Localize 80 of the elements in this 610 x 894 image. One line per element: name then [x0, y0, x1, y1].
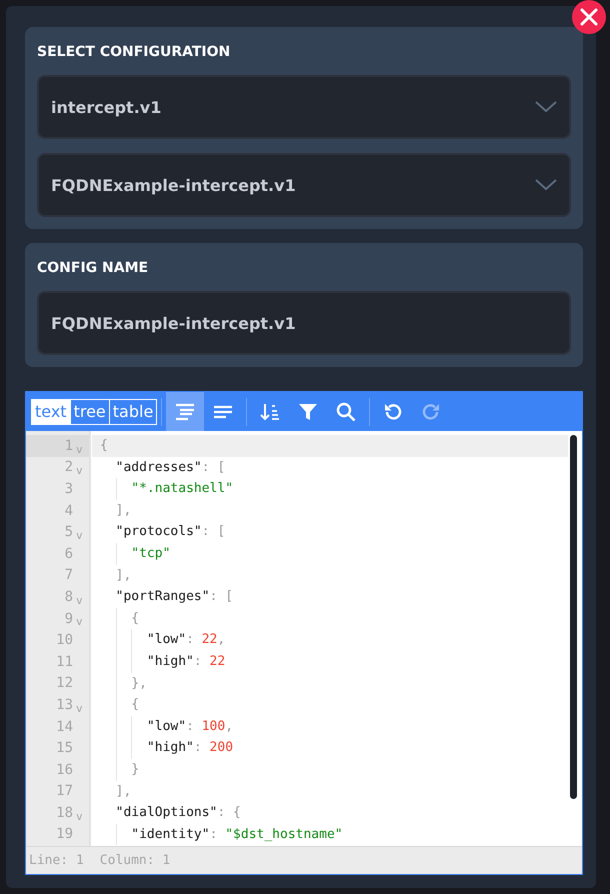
- json-punctuation: : [: [210, 588, 234, 606]
- json-number: 22: [202, 631, 218, 650]
- line-number: 9: [64, 610, 73, 627]
- line-number: 3: [64, 480, 73, 497]
- line-number: 17: [56, 783, 73, 800]
- json-punctuation: {: [131, 610, 140, 628]
- json-punctuation: },: [131, 674, 147, 693]
- json-key: "high": [146, 650, 194, 673]
- compact-icon: [213, 404, 234, 418]
- json-key: "protocols": [116, 521, 202, 543]
- dropdown[interactable]: intercept.v1: [37, 75, 571, 139]
- json-punctuation: ,: [217, 631, 226, 650]
- json-punctuation: ],: [116, 566, 132, 585]
- json-number: 200: [210, 739, 234, 758]
- mode-tab[interactable]: text: [32, 400, 70, 424]
- close-button[interactable]: [572, 0, 606, 34]
- json-punctuation: :: [194, 652, 203, 671]
- dropdown[interactable]: FQDNExample-intercept.v1: [37, 153, 571, 217]
- chevron-down-icon: [535, 101, 557, 113]
- fold-toggle[interactable]: v: [76, 615, 83, 628]
- json-punctuation: ,: [225, 718, 234, 736]
- line-number: 2: [64, 459, 73, 476]
- section-title: SELECT CONFIGURATION: [37, 43, 232, 61]
- fold-toggle[interactable]: v: [76, 528, 83, 542]
- scrollbar[interactable]: [570, 435, 577, 799]
- line-number: 6: [64, 546, 73, 562]
- json-punctuation: {: [131, 696, 140, 714]
- line-number: 10: [56, 632, 73, 648]
- json-punctuation: }: [131, 760, 140, 779]
- json-punctuation: :: [194, 739, 203, 758]
- json-key: "addresses": [116, 456, 202, 478]
- search-icon: [336, 402, 356, 422]
- line-number: 7: [64, 567, 73, 584]
- section-title: CONFIG NAME: [37, 259, 150, 277]
- line-number: 15: [56, 740, 73, 756]
- json-punctuation: : [: [202, 523, 226, 542]
- chevron-down-icon: [535, 179, 557, 191]
- line-number: 12: [56, 675, 73, 692]
- line-number: 8: [64, 588, 73, 605]
- line-number: 18: [56, 804, 73, 821]
- line-number: 14: [56, 718, 73, 735]
- line-number: 4: [64, 502, 73, 519]
- line-number: 5: [64, 524, 73, 540]
- json-number: 100: [202, 718, 226, 736]
- json-key: "portRanges": [116, 586, 210, 608]
- close-icon: [580, 8, 598, 26]
- json-key: "high": [146, 737, 194, 759]
- json-string: "$dst_hostname": [225, 826, 343, 844]
- json-punctuation: :: [186, 631, 195, 650]
- fold-toggle[interactable]: v: [76, 464, 83, 478]
- sort-icon: [260, 402, 280, 420]
- line-number: 11: [56, 654, 73, 670]
- json-number: 22: [210, 652, 226, 671]
- cursor-position: Line: 1: [29, 853, 84, 868]
- json-punctuation: : [: [202, 458, 226, 477]
- json-punctuation: ],: [116, 502, 132, 520]
- json-key: "dialOptions": [116, 802, 218, 824]
- format-button[interactable]: [166, 392, 204, 431]
- json-punctuation: {: [100, 437, 108, 455]
- fold-toggle[interactable]: v: [76, 810, 83, 823]
- redo-icon: [421, 402, 442, 422]
- json-key: "low": [146, 629, 186, 651]
- json-key: "identity": [131, 824, 210, 846]
- line-number: 19: [56, 826, 73, 842]
- filter-icon: [298, 402, 318, 420]
- json-string: "tcp": [131, 544, 170, 563]
- config-name-field[interactable]: FQDNExample-intercept.v1: [37, 291, 571, 355]
- fold-toggle[interactable]: v: [76, 594, 83, 607]
- json-punctuation: ],: [116, 782, 132, 800]
- json-punctuation: :: [186, 718, 195, 736]
- fold-toggle[interactable]: v: [76, 702, 83, 715]
- line-number: 13: [56, 696, 73, 713]
- undo-icon: [383, 402, 404, 422]
- line-number: 16: [56, 762, 73, 778]
- json-punctuation: : {: [217, 804, 241, 822]
- cursor-position: Column: 1: [100, 853, 170, 868]
- json-string: "*.natashell": [131, 480, 234, 498]
- json-punctuation: :: [210, 826, 218, 844]
- json-key: "low": [146, 716, 186, 738]
- format-icon: [175, 402, 196, 420]
